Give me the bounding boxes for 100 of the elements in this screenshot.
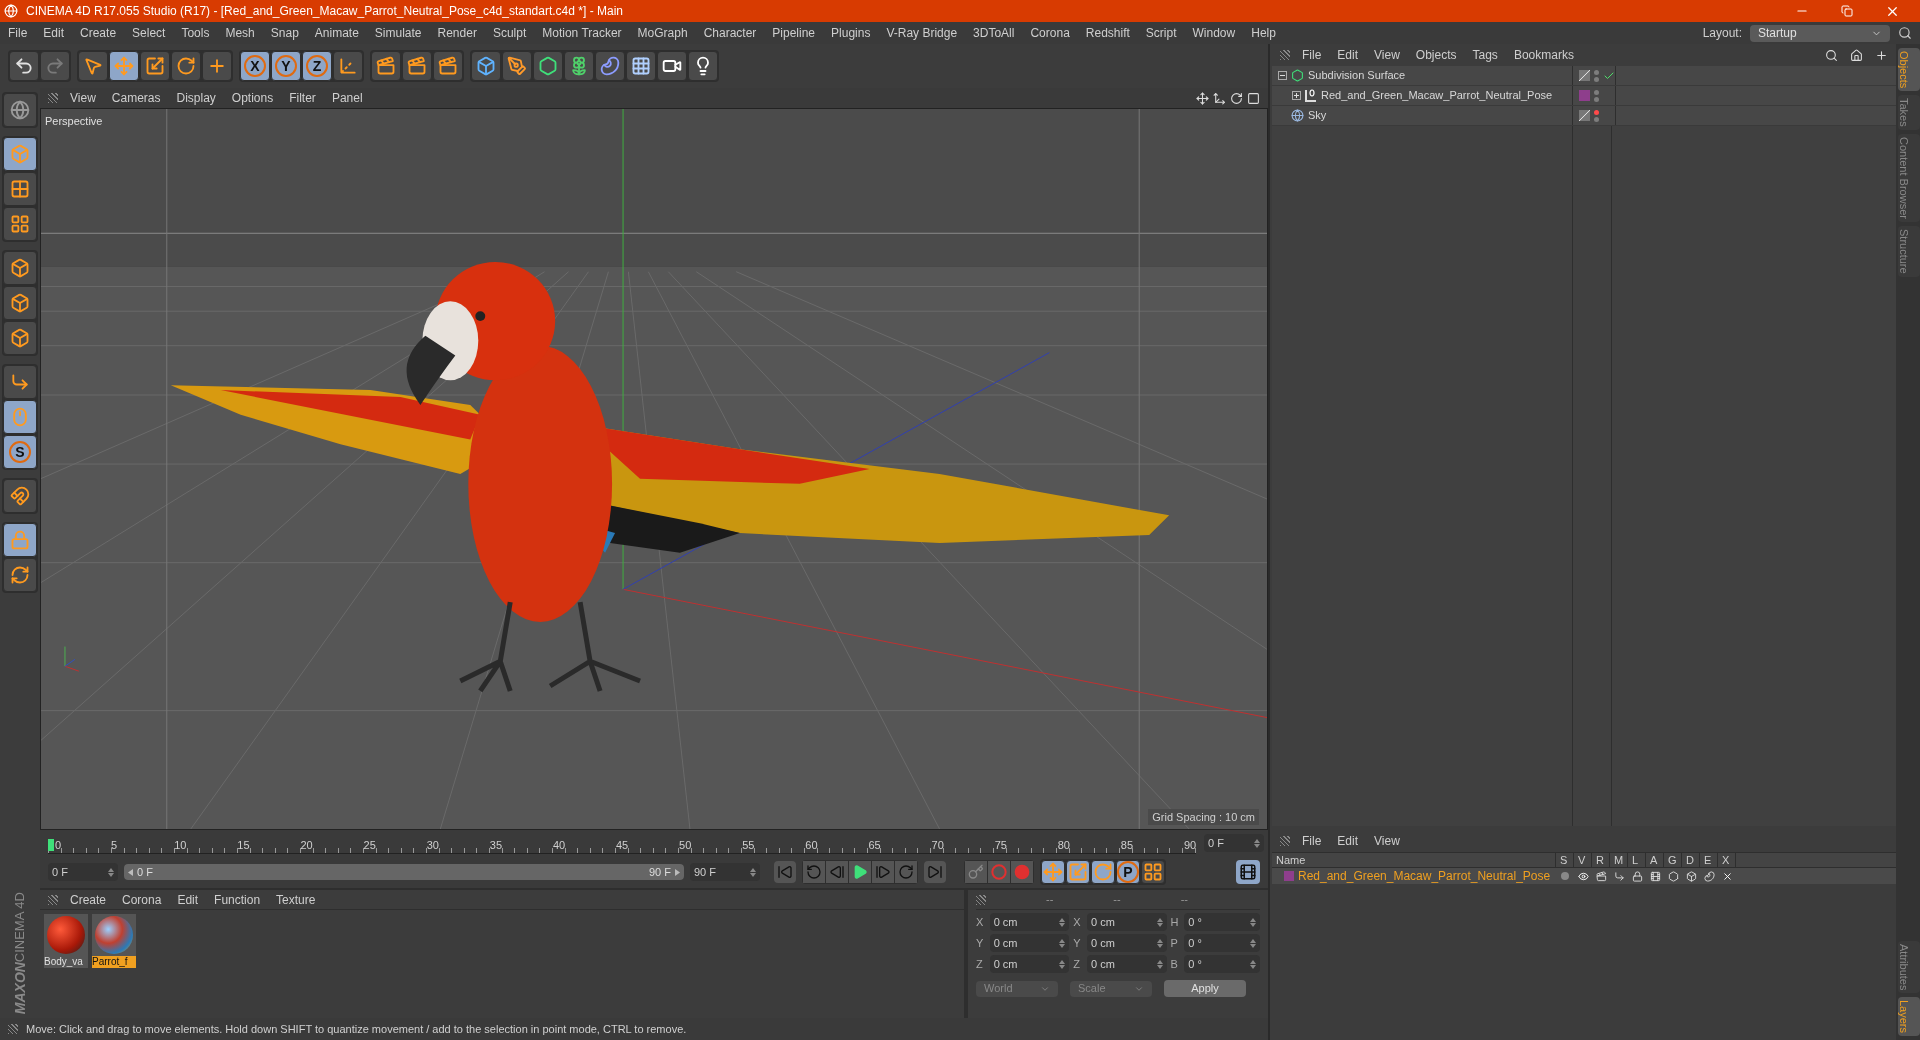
materials-menu-item[interactable]: Edit bbox=[177, 890, 199, 909]
layer-swatch[interactable] bbox=[1579, 90, 1590, 101]
next-frame-button[interactable] bbox=[872, 861, 894, 883]
previous-key-button[interactable] bbox=[803, 861, 825, 883]
objects-menu-item[interactable]: Tags bbox=[1472, 46, 1498, 64]
no-layer-icon[interactable] bbox=[1579, 110, 1590, 121]
menu-item[interactable]: Plugins bbox=[831, 24, 871, 42]
objects-menu-item[interactable]: View bbox=[1374, 46, 1400, 64]
menu-item[interactable]: Simulate bbox=[374, 24, 422, 42]
object-name[interactable]: Red_and_Green_Macaw_Parrot_Neutral_Pose bbox=[1321, 87, 1553, 104]
objects-menu-item[interactable]: File bbox=[1302, 46, 1322, 64]
menu-item[interactable]: Select bbox=[132, 24, 166, 42]
layout-dropdown[interactable]: Startup bbox=[1750, 24, 1890, 42]
grid-rotate-tool-button[interactable] bbox=[3, 558, 37, 592]
previous-frame-button[interactable] bbox=[826, 861, 848, 883]
position-field[interactable]: 0 cm bbox=[989, 913, 1070, 931]
floor-tool-button[interactable] bbox=[626, 51, 656, 81]
camera-tool-button[interactable] bbox=[657, 51, 687, 81]
eye-icon[interactable] bbox=[1577, 870, 1589, 882]
menu-item[interactable]: Tools bbox=[181, 24, 210, 42]
pen-tool-button[interactable] bbox=[502, 51, 532, 81]
new-panel-icon[interactable] bbox=[1875, 48, 1888, 62]
side-tab[interactable]: Layers bbox=[1898, 996, 1920, 1036]
magnet-tool-button[interactable] bbox=[3, 479, 37, 513]
layers-menu-item[interactable]: Edit bbox=[1337, 832, 1359, 850]
maximize-icon[interactable] bbox=[1247, 91, 1260, 105]
viewport-menu-item[interactable]: Cameras bbox=[111, 89, 161, 107]
objects-menu-item[interactable]: Bookmarks bbox=[1513, 46, 1574, 64]
size-field[interactable]: 0 cm bbox=[1086, 934, 1167, 952]
materials-menu-item[interactable]: Texture bbox=[276, 890, 316, 909]
go-to-start-button[interactable] bbox=[774, 861, 796, 883]
scale-tool-button[interactable] bbox=[1066, 860, 1090, 884]
viewport-menu-item[interactable]: Display bbox=[176, 89, 216, 107]
menu-item[interactable]: Script bbox=[1145, 24, 1177, 42]
viewport-menu-item[interactable]: Panel bbox=[331, 89, 363, 107]
menu-item[interactable]: Render bbox=[437, 24, 477, 42]
parameter-tool-button[interactable]: P bbox=[1116, 860, 1140, 884]
side-tab[interactable]: Objects bbox=[1898, 48, 1920, 92]
menu-item[interactable]: Animate bbox=[314, 24, 359, 42]
viewport-menu-item[interactable]: Options bbox=[231, 89, 274, 107]
end-frame-field[interactable]: 90 F bbox=[690, 863, 760, 881]
object-name[interactable]: Sky bbox=[1308, 107, 1327, 124]
rotate-tool-button[interactable] bbox=[171, 51, 201, 81]
apply-button[interactable]: Apply bbox=[1164, 980, 1246, 997]
axis-tool-button[interactable]: X bbox=[240, 51, 270, 81]
objects-menu-item[interactable]: Edit bbox=[1337, 46, 1359, 64]
film-icon[interactable] bbox=[1649, 870, 1661, 882]
menu-item[interactable]: Redshift bbox=[1085, 24, 1130, 42]
move-tool-button[interactable] bbox=[109, 51, 139, 81]
snap-tool-button[interactable]: S bbox=[3, 435, 37, 469]
viewport-menu-item[interactable]: View bbox=[70, 89, 96, 107]
collapse-icon[interactable] bbox=[1278, 71, 1287, 80]
materials-menu-item[interactable]: Corona bbox=[122, 890, 162, 909]
rotation-field[interactable]: 0 ° bbox=[1184, 913, 1260, 931]
menu-item[interactable]: Snap bbox=[270, 24, 299, 42]
workplane-tool-button[interactable] bbox=[3, 207, 37, 241]
play-button[interactable] bbox=[849, 861, 871, 883]
film-button[interactable] bbox=[1236, 860, 1260, 884]
size-field[interactable]: 0 cm bbox=[1086, 913, 1167, 931]
position-field[interactable]: 0 cm bbox=[989, 955, 1070, 973]
rotation-field[interactable]: 0 ° bbox=[1184, 934, 1260, 952]
layers-menu-item[interactable]: View bbox=[1374, 832, 1400, 850]
texture-tool-button[interactable] bbox=[3, 172, 37, 206]
search-icon[interactable] bbox=[1898, 26, 1912, 40]
lock-icon[interactable] bbox=[1631, 870, 1643, 882]
axis-tool-button[interactable]: Y bbox=[271, 51, 301, 81]
menu-item[interactable]: V-Ray Bridge bbox=[886, 24, 958, 42]
axis-tool-button[interactable]: Z bbox=[302, 51, 332, 81]
edges-tool-button[interactable] bbox=[3, 286, 37, 320]
start-frame-field[interactable]: 0 F bbox=[48, 863, 118, 881]
viewport[interactable]: Perspective Grid Spacing : 10 cm bbox=[40, 108, 1268, 830]
render-settings-tool-button[interactable] bbox=[433, 51, 463, 81]
menu-item[interactable]: Motion Tracker bbox=[542, 24, 622, 42]
size-field[interactable]: 0 cm bbox=[1086, 955, 1167, 973]
scale-tool-button[interactable] bbox=[140, 51, 170, 81]
select-tool-button[interactable] bbox=[78, 51, 108, 81]
viewport-menu-item[interactable]: Filter bbox=[289, 89, 316, 107]
globe-tool-button[interactable] bbox=[3, 93, 37, 127]
rotation-tool-button[interactable] bbox=[1091, 860, 1115, 884]
deformer-tool-button[interactable] bbox=[595, 51, 625, 81]
menu-item[interactable]: Corona bbox=[1030, 24, 1070, 42]
subdivision-tool-button[interactable] bbox=[533, 51, 563, 81]
move-arrows-icon[interactable] bbox=[1196, 91, 1209, 105]
home-icon[interactable] bbox=[1850, 48, 1863, 62]
current-frame-field[interactable]: 0 F bbox=[1204, 834, 1264, 852]
materials-menu-item[interactable]: Function bbox=[214, 890, 261, 909]
light-tool-button[interactable] bbox=[688, 51, 718, 81]
menu-item[interactable]: Help bbox=[1251, 24, 1276, 42]
no-layer-icon[interactable] bbox=[1579, 70, 1590, 81]
range-slider[interactable]: 0 F 90 F bbox=[124, 864, 684, 880]
position-tool-button[interactable] bbox=[1041, 860, 1065, 884]
objects-menu-item[interactable]: Objects bbox=[1415, 46, 1457, 64]
rotate-icon[interactable] bbox=[1230, 91, 1243, 105]
materials-menu-item[interactable]: Create bbox=[70, 890, 107, 909]
cube-tool-button[interactable] bbox=[471, 51, 501, 81]
menu-item[interactable]: Mesh bbox=[225, 24, 255, 42]
model-tool-button[interactable] bbox=[3, 137, 37, 171]
menu-item[interactable]: MoGraph bbox=[637, 24, 688, 42]
tweak-tool-button[interactable] bbox=[3, 400, 37, 434]
points-tool-button[interactable] bbox=[3, 251, 37, 285]
